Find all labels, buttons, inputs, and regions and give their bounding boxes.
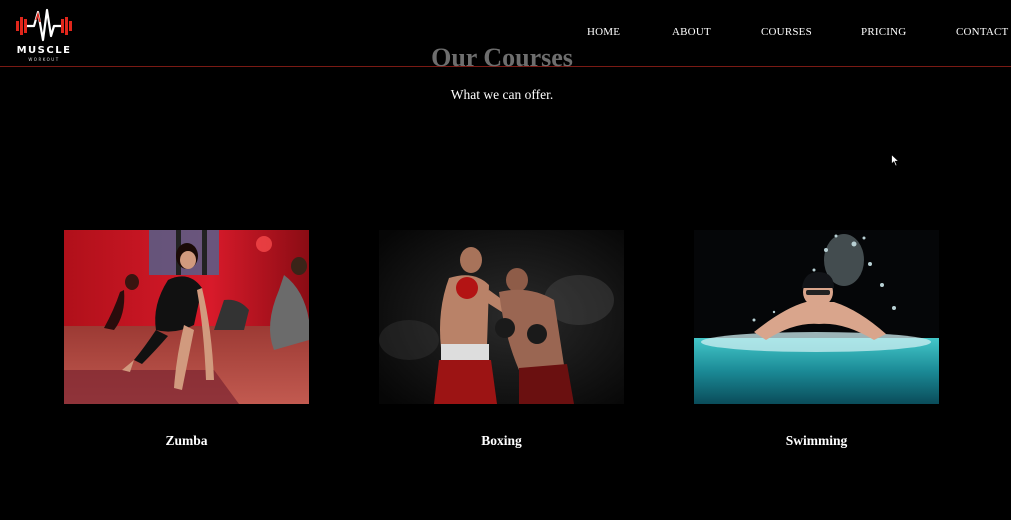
nav-contact[interactable]: CONTACT <box>956 26 1008 38</box>
section-subtitle: What we can offer. <box>450 87 554 102</box>
mouse-cursor-icon <box>891 154 900 167</box>
zumba-photo <box>64 230 309 404</box>
course-image-zumba[interactable] <box>64 230 309 404</box>
nav-courses[interactable]: COURSES <box>761 26 812 38</box>
course-image-boxing[interactable] <box>379 230 624 404</box>
boxing-photo <box>379 230 624 404</box>
swimming-photo <box>694 230 939 404</box>
page: MUSCLE WORKOUT HOME ABOUT COURSES PRICIN… <box>0 0 1011 520</box>
course-name-swimming: Swimming <box>785 433 848 448</box>
nav-pricing[interactable]: PRICING <box>861 26 906 38</box>
course-name-boxing: Boxing <box>481 433 522 448</box>
nav-about[interactable]: ABOUT <box>672 26 711 38</box>
section-title: Our Courses <box>431 43 573 72</box>
course-image-swimming[interactable] <box>694 230 939 404</box>
course-name-zumba: Zumba <box>165 433 208 448</box>
barbell-heartbeat-icon <box>16 8 72 42</box>
nav-home[interactable]: HOME <box>587 26 620 38</box>
